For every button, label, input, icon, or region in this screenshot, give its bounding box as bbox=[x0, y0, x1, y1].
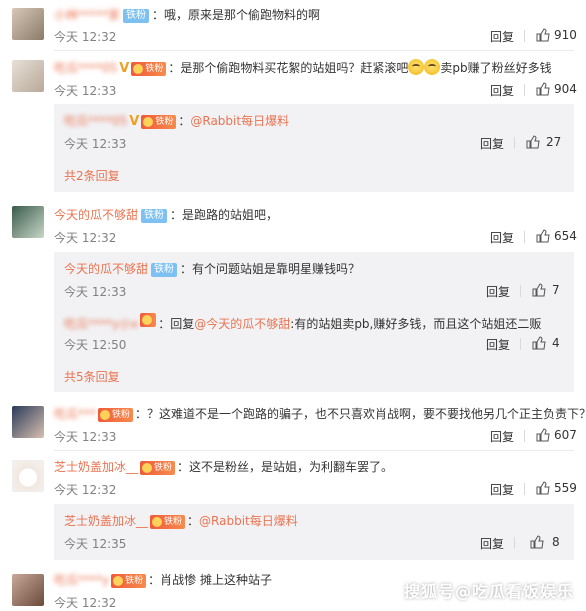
emoji-icon bbox=[408, 59, 425, 75]
watermark: 搜狐号@吃瓜看饭娱乐 bbox=[403, 582, 574, 601]
vip-icon: V bbox=[119, 61, 130, 76]
comment-line: 吃瓜****y 铁粉 ：肖战惨 摊上这种站子 bbox=[54, 573, 272, 588]
timestamp: 今天 12:32 bbox=[54, 596, 117, 610]
like-count: 7 bbox=[552, 283, 560, 297]
reply-line: 吃瓜****05 V 铁粉 ：@Rabbit每日爆料 bbox=[64, 112, 289, 129]
reply-text: 有的站姐卖pb,赚好多钱，而且这个站姐还二贩 bbox=[294, 317, 542, 331]
divider bbox=[524, 30, 525, 42]
emoji-icon bbox=[424, 59, 441, 75]
like-count: 654 bbox=[554, 229, 577, 243]
like-icon[interactable] bbox=[530, 535, 544, 549]
like-icon[interactable] bbox=[536, 82, 550, 96]
fan-badge: 铁粉 bbox=[131, 62, 167, 76]
comment-text-cont: 卖pb赚了粉丝好多钱 bbox=[440, 61, 552, 75]
avatar[interactable] bbox=[12, 8, 44, 40]
avatar[interactable] bbox=[12, 206, 44, 238]
divider bbox=[524, 483, 525, 495]
timestamp: 今天 12:32 bbox=[54, 231, 117, 245]
comment-line: 芝士奶盖加冰__ 铁粉 ：这不是粉丝，是站姐，为利翻车罢了。 bbox=[54, 460, 394, 475]
comment-text: 肖战惨 摊上这种站子 bbox=[160, 573, 272, 587]
username[interactable]: 今天的瓜不够甜 bbox=[54, 208, 138, 222]
fan-badge: 铁粉 bbox=[141, 209, 168, 223]
like-icon[interactable] bbox=[532, 336, 546, 350]
username[interactable]: 小林*****家 bbox=[54, 8, 120, 22]
avatar[interactable] bbox=[12, 574, 44, 606]
fan-badge: 铁粉 bbox=[111, 574, 147, 588]
timestamp: 今天 12:33 bbox=[54, 84, 117, 98]
like-count: 4 bbox=[552, 336, 560, 350]
username[interactable]: 芝士奶盖加冰__ bbox=[64, 514, 148, 528]
fan-badge: 铁粉 bbox=[140, 461, 176, 475]
like-count: 8 bbox=[552, 535, 560, 549]
divider bbox=[514, 137, 515, 149]
fan-badge bbox=[140, 313, 157, 327]
more-replies-link[interactable]: 共2条回复 bbox=[64, 167, 120, 184]
comment-text: 是那个偷跑物料买花絮的站姐吗？赶紧滚吧 bbox=[180, 61, 409, 75]
reply-prefix: ： bbox=[178, 114, 191, 128]
like-count: 910 bbox=[554, 28, 577, 42]
fan-badge: 铁粉 bbox=[98, 408, 134, 422]
comment-line: 小林*****家 铁粉 ：哦，原来是那个偷跑物料的啊 bbox=[54, 8, 321, 23]
reply-line: 吃瓜****y小x ：回复@今天的瓜不够甜:有的站姐卖pb,赚好多钱，而且这个站姐… bbox=[64, 313, 541, 332]
fan-badge: 铁粉 bbox=[151, 263, 178, 277]
username[interactable]: 吃瓜****05 bbox=[64, 114, 127, 128]
comment-text: 是跑路的站姐吧， bbox=[182, 208, 279, 222]
like-count: 27 bbox=[546, 135, 562, 149]
timestamp: 今天 12:50 bbox=[64, 338, 127, 352]
comment-text: ？这难道不是一个跑路的骗子，也不只喜欢肖战啊，要不要找他另几个正主负责下？ bbox=[147, 407, 586, 421]
divider bbox=[524, 430, 525, 442]
reply-prefix: 回复 bbox=[170, 317, 195, 331]
like-icon[interactable] bbox=[536, 229, 550, 243]
comment-text: 这不是粉丝，是站姐，为利翻车罢了。 bbox=[189, 460, 394, 474]
timestamp: 今天 12:33 bbox=[64, 137, 127, 151]
like-count: 904 bbox=[554, 82, 577, 96]
timestamp: 今天 12:35 bbox=[64, 537, 127, 551]
fan-badge: 铁粉 bbox=[141, 115, 177, 129]
vip-icon: V bbox=[129, 114, 140, 129]
username[interactable]: 吃瓜*** bbox=[54, 407, 96, 421]
fan-badge: 铁粉 bbox=[150, 515, 186, 529]
comment-line: 吃瓜****05 V 铁粉 ：是那个偷跑物料买花絮的站姐吗？赶紧滚吧 卖pb赚了粉丝好多… bbox=[54, 59, 552, 76]
like-icon[interactable] bbox=[536, 428, 550, 442]
username[interactable]: 芝士奶盖加冰__ bbox=[54, 460, 138, 474]
username[interactable]: 吃瓜****y小x bbox=[64, 317, 138, 331]
row-divider bbox=[54, 50, 574, 51]
like-icon[interactable] bbox=[532, 283, 546, 297]
divider bbox=[520, 338, 521, 350]
reply-line: 芝士奶盖加冰__ 铁粉 ：@Rabbit每日爆料 bbox=[64, 514, 298, 529]
comment-text: 哦，原来是那个偷跑物料的啊 bbox=[164, 8, 321, 22]
avatar[interactable] bbox=[12, 406, 44, 438]
divider bbox=[514, 537, 515, 549]
reply-text: 有个问题站姐是靠明星赚钱吗？ bbox=[192, 262, 361, 276]
like-count: 559 bbox=[554, 481, 577, 495]
comment-line: 今天的瓜不够甜 铁粉 ：是跑路的站姐吧， bbox=[54, 208, 279, 223]
avatar[interactable] bbox=[12, 60, 44, 92]
divider bbox=[524, 84, 525, 96]
timestamp: 今天 12:33 bbox=[64, 285, 127, 299]
like-icon[interactable] bbox=[536, 481, 550, 495]
more-replies-link[interactable]: 共5条回复 bbox=[64, 368, 120, 385]
divider bbox=[524, 231, 525, 243]
like-icon[interactable] bbox=[526, 135, 540, 149]
like-count: 607 bbox=[554, 428, 577, 442]
username[interactable]: 吃瓜****05 bbox=[54, 61, 117, 75]
mention-link[interactable]: @今天的瓜不够甜 bbox=[194, 317, 290, 331]
row-divider bbox=[54, 450, 574, 451]
comment-line: 吃瓜*** 铁粉 ：？这难道不是一个跑路的骗子，也不只喜欢肖战啊，要不要找他另几个正… bbox=[54, 405, 586, 422]
timestamp: 今天 12:33 bbox=[54, 430, 117, 444]
avatar[interactable] bbox=[12, 460, 44, 492]
reply-line: 今天的瓜不够甜 铁粉 ：有个问题站姐是靠明星赚钱吗？ bbox=[64, 262, 361, 277]
fan-badge: 铁粉 bbox=[123, 9, 150, 23]
mention-link[interactable]: @Rabbit每日爆料 bbox=[199, 514, 298, 528]
mention-link[interactable]: @Rabbit每日爆料 bbox=[190, 114, 289, 128]
timestamp: 今天 12:32 bbox=[54, 483, 117, 497]
username[interactable]: 今天的瓜不够甜 bbox=[64, 262, 148, 276]
username[interactable]: 吃瓜****y bbox=[54, 573, 109, 587]
timestamp: 今天 12:32 bbox=[54, 30, 117, 44]
divider bbox=[520, 285, 521, 297]
like-icon[interactable] bbox=[536, 28, 550, 42]
